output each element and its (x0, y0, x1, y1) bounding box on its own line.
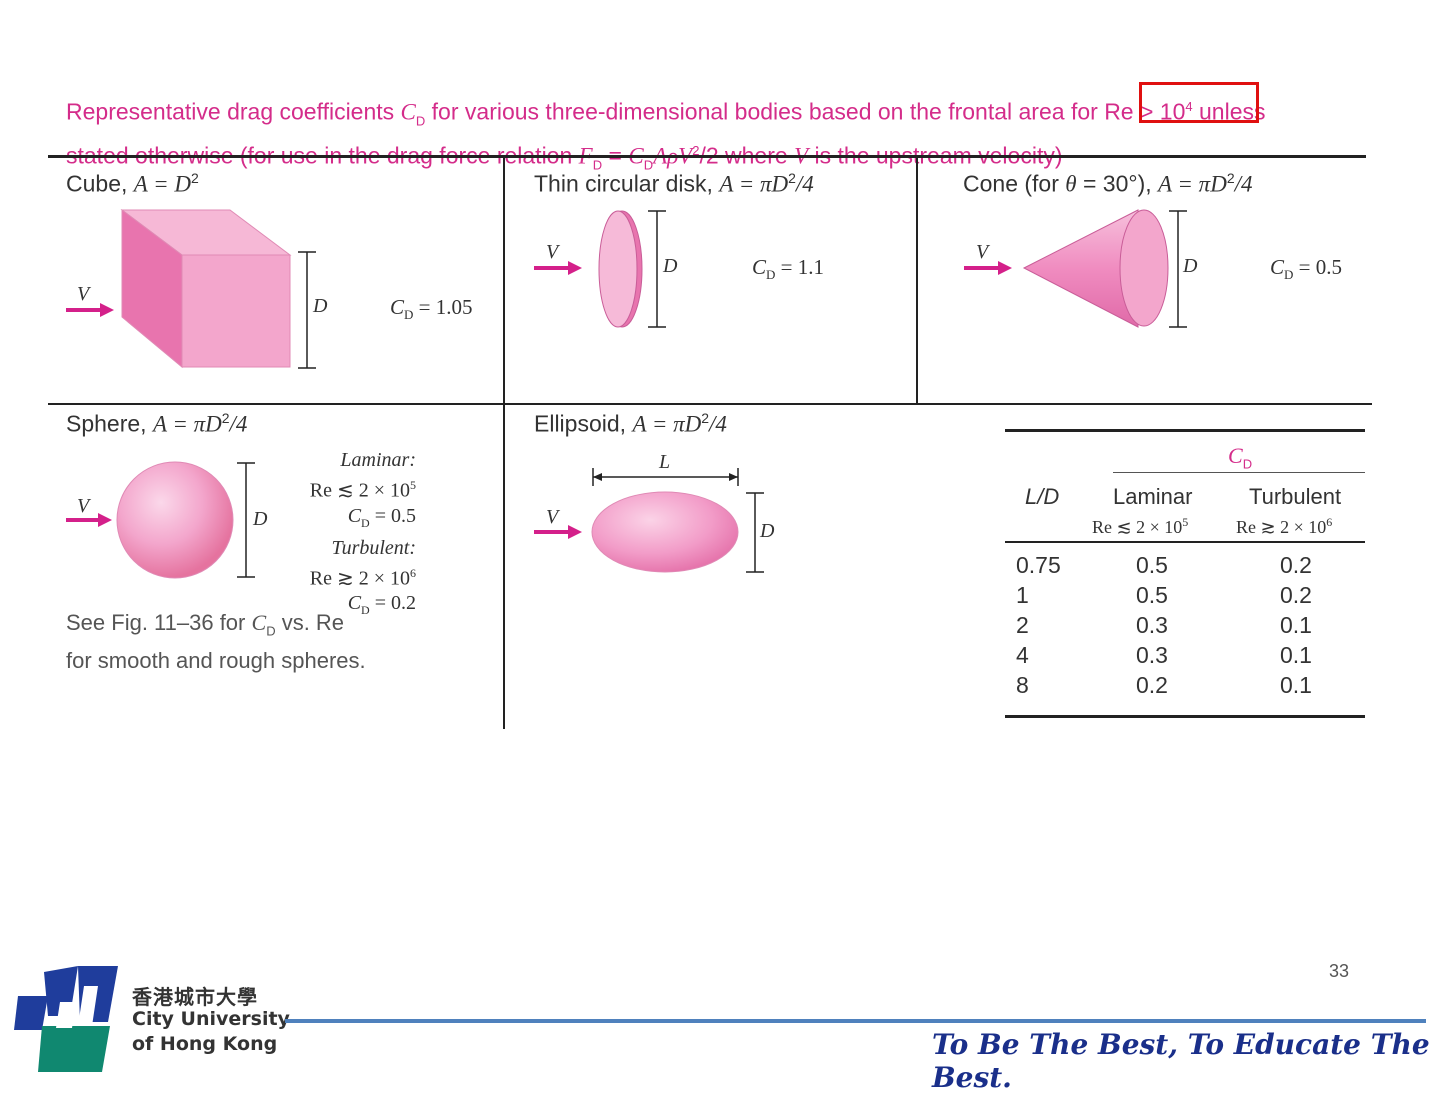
turbulent-label: Turbulent: (331, 536, 416, 559)
sphere-note: See Fig. 11–36 for CD vs. Re for smooth … (66, 608, 366, 676)
sphere-d-label: D (253, 508, 268, 530)
logo-chinese-name: 香港城市大學 (132, 985, 258, 1009)
table-header-rule (1005, 541, 1365, 543)
logo-name-line-2: of Hong Kong (132, 1033, 278, 1055)
sphere-regimes: Laminar: Re ≲ 2 × 105 CD = 0.5 Turbulent… (290, 448, 416, 623)
table-col-turbulent: Turbulent (1249, 484, 1342, 509)
cone-d-label: D (1183, 255, 1198, 277)
table-row: 8 0.2 0.1 (1016, 672, 1312, 698)
disk-title: Thin circular disk, A = πD2/4 (534, 170, 814, 197)
table-body: 0.75 0.5 0.2 1 0.5 0.2 2 0.3 0.1 4 0.3 0… (1005, 552, 1365, 702)
university-motto: To Be The Best, To Educate The Best. (932, 1028, 1430, 1094)
table-sub-turbulent: Re ≳ 2 × 106 (1236, 515, 1333, 537)
logo-name-line-1: City University (132, 1008, 290, 1030)
divider-col-2 (916, 157, 918, 404)
laminar-cd: CD = 0.5 (347, 504, 416, 530)
table-col-ld: L/D (1025, 484, 1060, 509)
ellipsoid-d-label: D (760, 520, 775, 542)
sphere-note-line-2: for smooth and rough spheres. (66, 648, 366, 674)
highlight-box (1139, 82, 1259, 123)
table-row: 0.75 0.5 0.2 (1016, 552, 1312, 578)
table-row: 4 0.3 0.1 (1016, 642, 1312, 668)
sphere-figure (66, 461, 255, 579)
cone-v-label: V (976, 241, 989, 263)
turbulent-re: Re ≳ 2 × 106 (309, 565, 416, 590)
divider-col-1 (503, 157, 505, 729)
table-cd-rule (1113, 472, 1365, 473)
top-rule (48, 155, 1366, 158)
table-bottom-rule (1005, 715, 1365, 718)
laminar-re: Re ≲ 2 × 105 (309, 478, 416, 502)
cube-d-label: D (313, 295, 328, 317)
disk-figure (534, 210, 666, 328)
cone-figure (964, 209, 1187, 328)
sphere-note-line-1: See Fig. 11–36 for CD vs. Re (66, 610, 345, 639)
table-row: 2 0.3 0.1 (1016, 612, 1312, 638)
sphere-title: Sphere, A = πD2/4 (66, 410, 248, 437)
table-cd-header: CD (1228, 443, 1253, 472)
cube-v-label: V (77, 283, 90, 305)
ellipsoid-figure (534, 468, 764, 573)
cone-title: Cone (for θ = 30°), A = πD2/4 (963, 170, 1253, 197)
cube-title: Cube, A = D2 (66, 170, 199, 197)
table-row: 1 0.5 0.2 (1016, 582, 1312, 608)
ellipsoid-l-label: L (659, 451, 671, 473)
table-sub-laminar: Re ≲ 2 × 105 (1092, 515, 1189, 537)
disk-v-label: V (546, 241, 559, 263)
middle-rule (48, 403, 1372, 405)
cube-figure (66, 209, 316, 369)
cube-cd-value: CD = 1.05 (390, 295, 473, 323)
footer-rule (285, 1019, 1426, 1023)
cityu-logo-icon (14, 966, 118, 1072)
table-top-rule (1005, 429, 1365, 432)
ellipsoid-v-label: V (546, 506, 559, 528)
cone-cd-value: CD = 0.5 (1270, 255, 1342, 283)
slide-number: 33 (1329, 961, 1350, 981)
disk-d-label: D (663, 255, 678, 277)
laminar-label: Laminar: (340, 449, 416, 471)
table-col-laminar: Laminar (1113, 484, 1193, 509)
disk-cd-value: CD = 1.1 (752, 255, 824, 283)
sphere-v-label: V (77, 495, 90, 517)
ellipsoid-title: Ellipsoid, A = πD2/4 (534, 410, 727, 437)
